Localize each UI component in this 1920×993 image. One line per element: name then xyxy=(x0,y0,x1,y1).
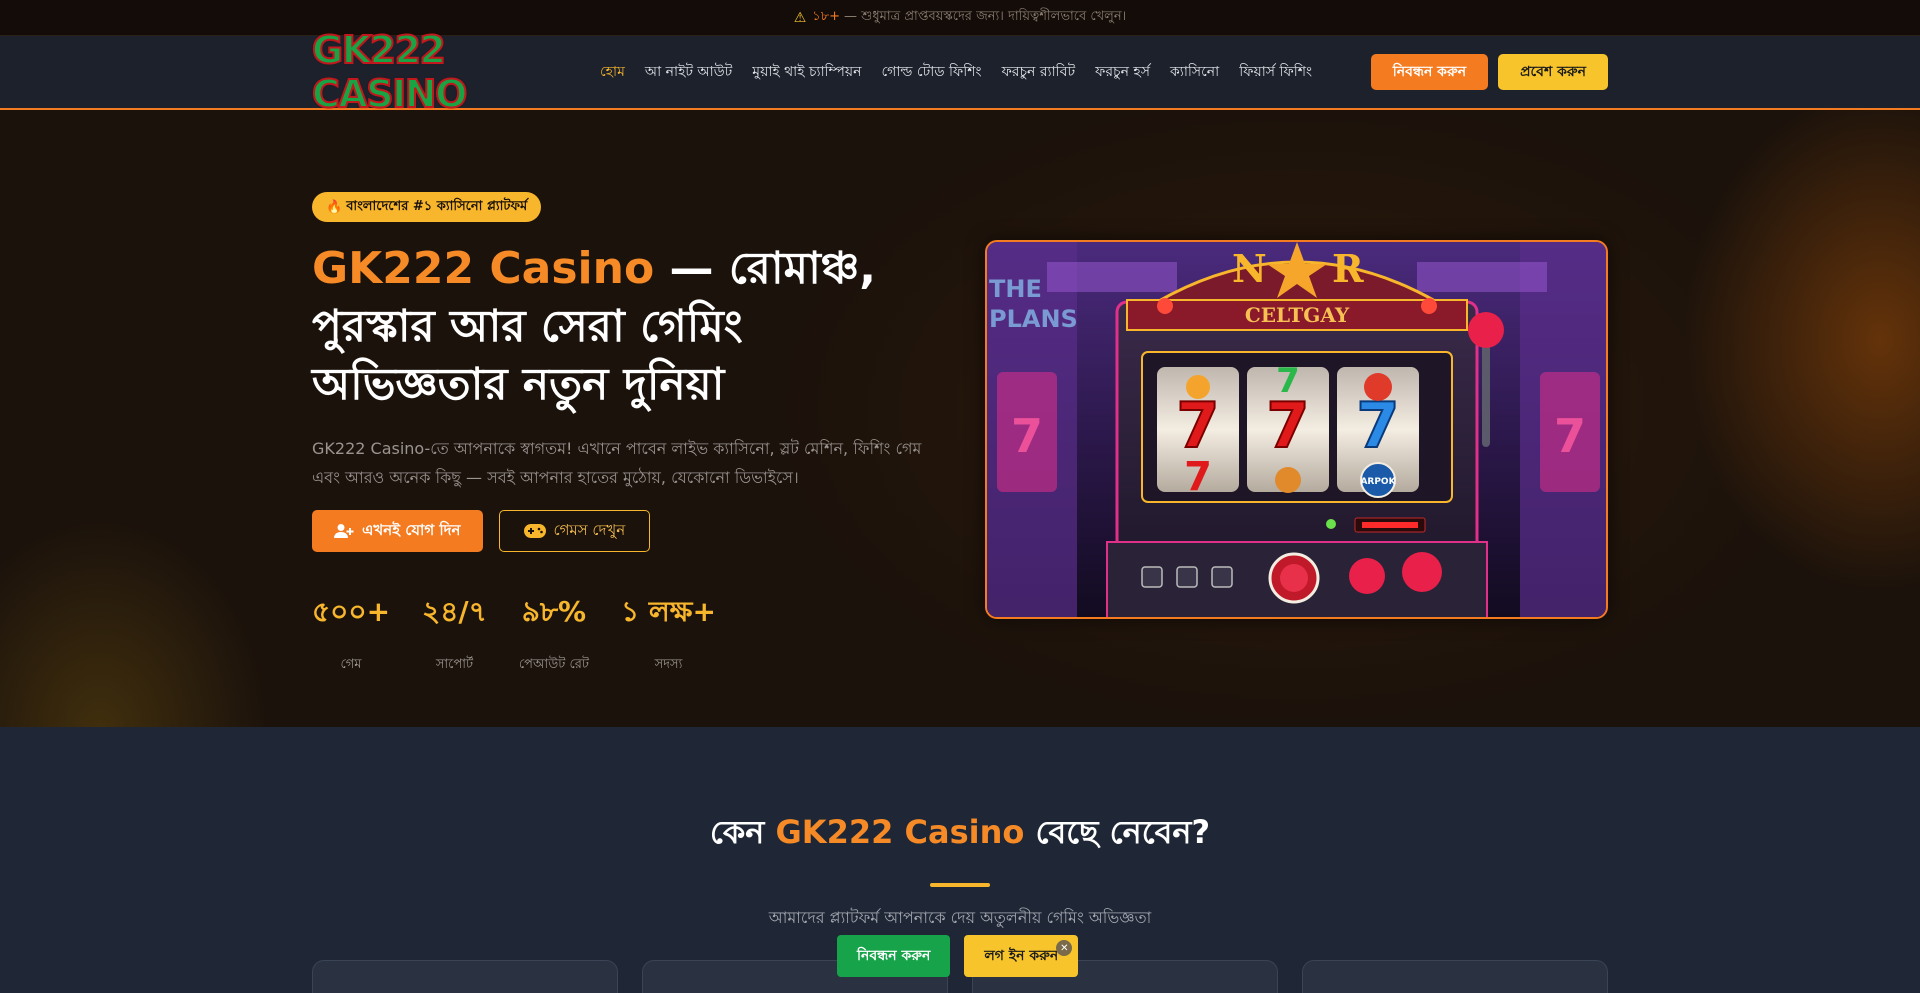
svg-text:7: 7 xyxy=(1176,389,1219,462)
why-title-post: বেছে নেবেন? xyxy=(1024,813,1211,851)
svg-text:7: 7 xyxy=(1276,361,1300,401)
headline-line3: অভিজ্ঞতার নতুন দুনিয়া xyxy=(312,359,725,410)
hero-stats: ৫০০+ গেম ২৪/৭ সাপোর্ট ৯৮% পেআউট রেট ১ লক্ষ+… xyxy=(312,590,932,676)
why-title: কেন GK222 Casino বেছে নেবেন? xyxy=(0,807,1920,861)
register-button[interactable]: নিবন্ধন করুন xyxy=(1370,54,1489,90)
close-icon[interactable]: ✕ xyxy=(1056,940,1073,956)
nav-item-casino[interactable]: ক্যাসিনো xyxy=(1170,60,1219,84)
hero-headline: GK222 Casino — রোমাঞ্চ, পুরস্কার আর সেরা… xyxy=(312,240,932,414)
join-now-button[interactable]: এখনই যোগ দিন xyxy=(312,510,483,552)
nav-item-muay-thai[interactable]: মুয়াই থাই চ্যাম্পিয়ন xyxy=(752,60,861,84)
why-title-brand: GK222 Casino xyxy=(775,813,1025,851)
header-actions: নিবন্ধন করুন প্রবেশ করুন xyxy=(1370,54,1608,90)
stat-label: গেম xyxy=(340,657,362,672)
headline-line2: পুরস্কার আর সেরা গেমিং xyxy=(312,301,743,352)
nav-item-fortune-rabbit[interactable]: ফরচুন র‍্যাবিট xyxy=(1002,60,1076,84)
gamepad-icon xyxy=(523,524,546,538)
svg-text:R: R xyxy=(1332,246,1364,291)
nav-item-home[interactable]: হোম xyxy=(600,60,625,84)
headline-line1-rest: — রোমাঞ্চ, xyxy=(654,243,877,294)
nav-item-a-night-out[interactable]: আ নাইট আউট xyxy=(645,60,732,84)
svg-text:ARPOK: ARPOK xyxy=(1360,477,1396,487)
fire-icon: 🔥 xyxy=(326,199,343,215)
main-nav: হোম আ নাইট আউট মুয়াই থাই চ্যাম্পিয়ন গো… xyxy=(600,60,1312,84)
feature-card xyxy=(1302,960,1608,993)
stat-members: ১ লক্ষ+ সদস্য xyxy=(621,590,716,676)
hero-cta-row: এখনই যোগ দিন গেমস দেখুন xyxy=(312,510,932,552)
stat-value: ৫০০+ xyxy=(312,595,391,628)
slot-machine-image: 7 THE PLANS 7 N R CELTGAY 7 7 7 7 7 ARPO… xyxy=(985,240,1608,619)
hero-badge: 🔥 বাংলাদেশের #১ ক্যাসিনো প্ল্যাটফর্ম xyxy=(312,192,542,222)
svg-text:7: 7 xyxy=(1554,409,1586,463)
svg-text:N: N xyxy=(1232,246,1267,291)
hero-subtitle: GK222 Casino-তে আপনাকে স্বাগতম! এখানে পা… xyxy=(312,439,922,487)
stat-value: ২৪/৭ xyxy=(422,595,487,628)
user-plus-icon xyxy=(334,524,354,538)
warning-icon: ⚠ xyxy=(793,9,807,26)
site-logo[interactable]: GK222 CASINO xyxy=(311,27,570,117)
stat-label: পেআউট রেট xyxy=(518,657,589,672)
login-button[interactable]: প্রবেশ করুন xyxy=(1498,54,1608,90)
hero-content: 🔥 বাংলাদেশের #১ ক্যাসিনো প্ল্যাটফর্ম GK2… xyxy=(312,192,932,676)
svg-text:PLANS: PLANS xyxy=(989,305,1078,333)
title-divider xyxy=(930,883,990,887)
nav-item-fierce-fishing[interactable]: ফিয়ার্স ফিশিং xyxy=(1239,60,1312,84)
nav-item-gold-toad-fishing[interactable]: গোল্ড টোড ফিশিং xyxy=(881,60,981,84)
age-label: ১৮+ xyxy=(812,9,841,24)
svg-text:7: 7 xyxy=(1184,454,1212,500)
stat-label: সাপোর্ট xyxy=(435,657,474,672)
stat-support: ২৪/৭ সাপোর্ট xyxy=(422,590,487,676)
view-games-label: গেমস দেখুন xyxy=(553,520,626,539)
svg-text:7: 7 xyxy=(1011,409,1043,463)
floating-login-button[interactable]: লগ ইন করুন ✕ xyxy=(964,935,1079,977)
stat-label: সদস্য xyxy=(654,657,683,672)
join-now-label: এখনই যোগ দিন xyxy=(362,520,461,539)
nav-item-fortune-horse[interactable]: ফরচুন হর্স xyxy=(1095,60,1150,84)
stat-payout: ৯৮% পেআউট রেট xyxy=(519,590,589,676)
notice-text: — শুধুমাত্র প্রাপ্তবয়স্কদের জন্য। দায়ি… xyxy=(844,9,1127,24)
floating-login-label: লগ ইন করুন xyxy=(984,948,1059,964)
floating-action-bar: নিবন্ধন করুন লগ ইন করুন ✕ xyxy=(837,935,1079,977)
stat-value: ৯৮% xyxy=(521,595,587,628)
svg-text:THE: THE xyxy=(989,275,1042,303)
why-title-pre: কেন xyxy=(709,813,776,851)
floating-register-button[interactable]: নিবন্ধন করুন xyxy=(837,935,951,977)
site-header: GK222 CASINO হোম আ নাইট আউট মুয়াই থাই চ… xyxy=(0,27,1920,117)
hero-section: 🔥 বাংলাদেশের #১ ক্যাসিনো প্ল্যাটফর্ম GK2… xyxy=(0,110,1920,727)
why-subtitle: আমাদের প্ল্যাটফর্ম আপনাকে দেয় অতুলনীয় … xyxy=(768,908,1152,927)
hero-badge-label: বাংলাদেশের #১ ক্যাসিনো প্ল্যাটফর্ম xyxy=(346,198,528,214)
stat-games: ৫০০+ গেম xyxy=(312,590,390,676)
svg-text:CELTGAY: CELTGAY xyxy=(1245,303,1350,327)
headline-brand: GK222 Casino xyxy=(312,243,655,294)
slot-machine-illustration: 7 THE PLANS 7 N R CELTGAY 7 7 7 7 7 ARPO… xyxy=(987,242,1606,617)
stat-value: ১ লক্ষ+ xyxy=(620,595,716,628)
age-notice-bar: ⚠ ১৮+ — শুধুমাত্র প্রাপ্তবয়স্কদের জন্য।… xyxy=(0,0,1920,36)
feature-card xyxy=(312,960,618,993)
view-games-button[interactable]: গেমস দেখুন xyxy=(498,510,651,552)
